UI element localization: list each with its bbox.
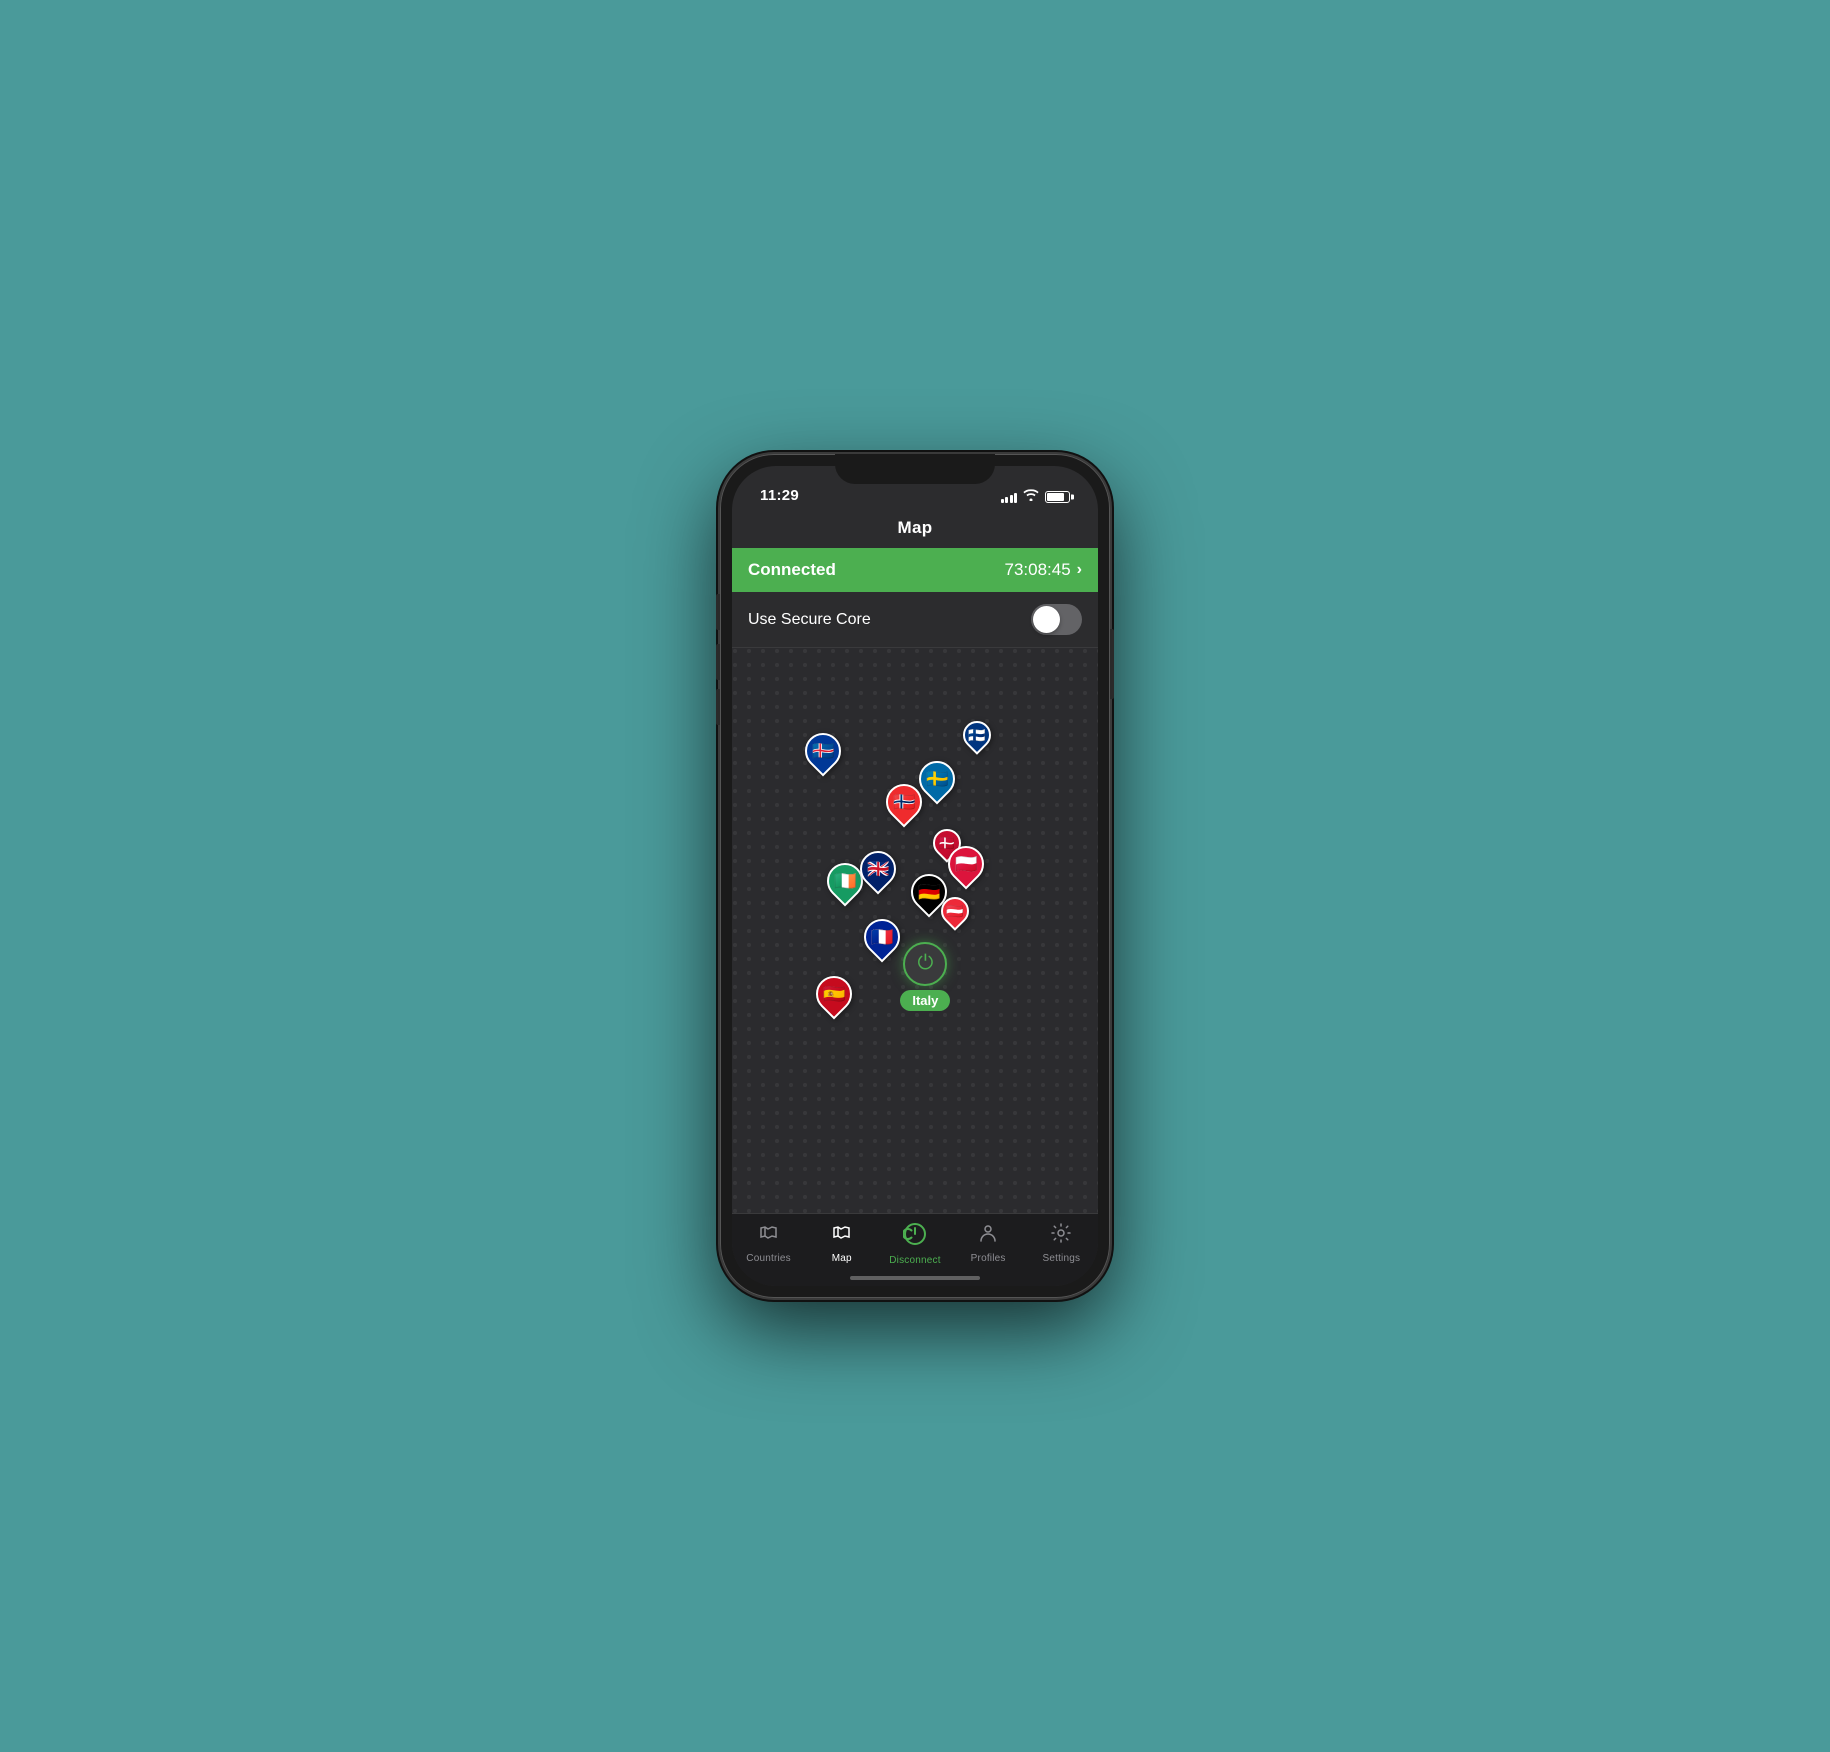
app-header: Map bbox=[732, 510, 1098, 548]
connected-label: Connected bbox=[748, 560, 836, 580]
power-icon: ⏻ bbox=[917, 952, 933, 975]
country-pins: 🇮🇸 🇳🇴 🇸🇪 bbox=[732, 648, 1098, 1213]
tab-disconnect-label: Disconnect bbox=[889, 1255, 940, 1266]
pin-iceland[interactable]: 🇮🇸 bbox=[805, 733, 841, 769]
app-container: Map Connected 73:08:45 › Use Secure Core bbox=[732, 510, 1098, 1286]
pin-sweden[interactable]: 🇸🇪 bbox=[919, 761, 955, 797]
signal-icon bbox=[1001, 491, 1018, 503]
pin-poland[interactable]: 🇵🇱 bbox=[948, 846, 984, 882]
tab-settings[interactable]: Settings bbox=[1031, 1222, 1091, 1264]
disconnect-icon bbox=[903, 1222, 927, 1252]
tab-map-label: Map bbox=[832, 1253, 852, 1264]
pin-italy[interactable]: ⏻ Italy bbox=[900, 942, 950, 1011]
chevron-right-icon: › bbox=[1077, 561, 1082, 579]
italy-label: Italy bbox=[900, 990, 950, 1011]
home-indicator bbox=[850, 1276, 980, 1280]
settings-icon bbox=[1050, 1222, 1072, 1250]
pin-finland[interactable]: 🇫🇮 bbox=[963, 721, 991, 749]
secure-core-toggle[interactable] bbox=[1031, 604, 1082, 635]
status-time: 11:29 bbox=[760, 487, 799, 504]
tab-countries-label: Countries bbox=[746, 1253, 791, 1264]
toggle-thumb bbox=[1033, 606, 1060, 633]
phone-screen: 11:29 bbox=[732, 466, 1098, 1286]
battery-icon bbox=[1045, 491, 1070, 503]
phone-frame: 11:29 bbox=[720, 454, 1110, 1298]
tab-profiles[interactable]: Profiles bbox=[958, 1222, 1018, 1264]
tab-profiles-label: Profiles bbox=[971, 1253, 1006, 1264]
map-area: 🇮🇸 🇳🇴 🇸🇪 bbox=[732, 648, 1098, 1213]
tab-disconnect[interactable]: Disconnect bbox=[885, 1222, 945, 1266]
tab-map[interactable]: Map bbox=[812, 1222, 872, 1264]
secure-core-label: Use Secure Core bbox=[748, 611, 871, 629]
map-icon bbox=[831, 1222, 853, 1250]
notch bbox=[835, 454, 995, 484]
secure-core-row: Use Secure Core bbox=[732, 592, 1098, 648]
tab-settings-label: Settings bbox=[1042, 1253, 1080, 1264]
status-icons bbox=[1001, 489, 1071, 504]
connected-timer: 73:08:45 › bbox=[1004, 560, 1082, 580]
countries-icon bbox=[758, 1222, 780, 1250]
pin-austria[interactable]: 🇦🇹 bbox=[941, 897, 969, 925]
profiles-icon bbox=[977, 1222, 999, 1250]
connected-banner[interactable]: Connected 73:08:45 › bbox=[732, 548, 1098, 592]
tab-countries[interactable]: Countries bbox=[739, 1222, 799, 1264]
app-title: Map bbox=[898, 518, 933, 537]
pin-norway[interactable]: 🇳🇴 bbox=[886, 784, 922, 820]
power-circle: ⏻ bbox=[903, 942, 947, 986]
pin-ireland[interactable]: 🇮🇪 bbox=[827, 863, 863, 899]
wifi-icon bbox=[1023, 489, 1039, 504]
pin-spain[interactable]: 🇪🇸 bbox=[816, 976, 852, 1012]
pin-france[interactable]: 🇫🇷 bbox=[864, 919, 900, 955]
pin-uk[interactable]: 🇬🇧 bbox=[860, 851, 896, 887]
